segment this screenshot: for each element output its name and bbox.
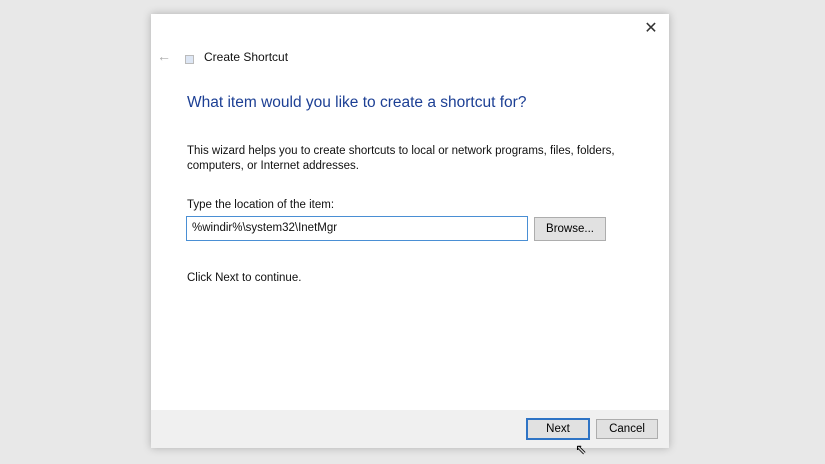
page-heading: What item would you like to create a sho… xyxy=(187,94,527,111)
create-shortcut-dialog: ✕ ← Create Shortcut What item would you … xyxy=(151,14,669,448)
cancel-button[interactable]: Cancel xyxy=(596,419,658,439)
location-label: Type the location of the item: xyxy=(187,199,335,211)
window-title: Create Shortcut xyxy=(204,50,289,64)
location-input[interactable]: %windir%\system32\InetMgr xyxy=(186,216,528,241)
description-text: This wizard helps you to create shortcut… xyxy=(187,145,615,172)
mouse-cursor-icon: ⇖ xyxy=(575,441,587,457)
footer-bar: Next Cancel xyxy=(151,410,669,448)
back-arrow-icon[interactable]: ← xyxy=(157,48,171,64)
next-button[interactable]: Next xyxy=(526,418,590,440)
close-icon[interactable]: ✕ xyxy=(641,18,661,38)
browse-button[interactable]: Browse... xyxy=(534,217,606,241)
shortcut-icon xyxy=(185,55,194,64)
continue-text: Click Next to continue. xyxy=(187,272,302,284)
